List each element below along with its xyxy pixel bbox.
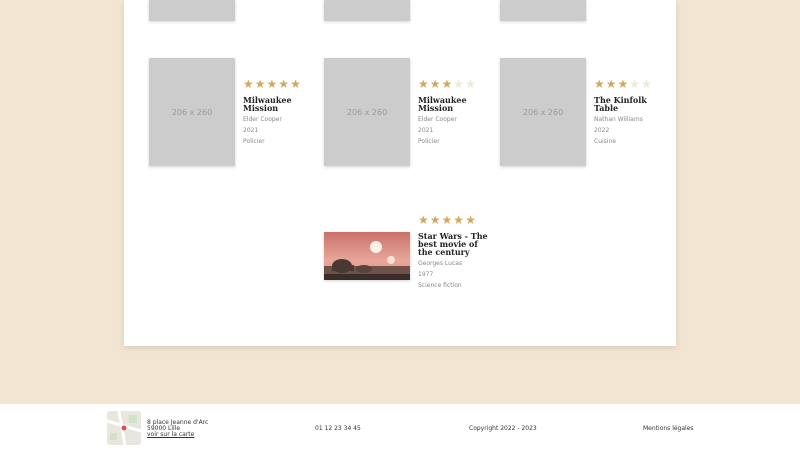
book-title[interactable]: The Kinfolk Table <box>594 96 664 112</box>
book-card-info: ★ ★ ★ ★ ★ Star Wars - The best movie of the … <box>418 214 488 289</box>
book-year: 2021 <box>418 127 434 134</box>
rating-stars: ★ ★ ★ ★ ★ <box>594 78 664 90</box>
map-link[interactable]: voir sur la carte <box>147 432 208 438</box>
book-cover-placeholder[interactable]: 206 x 260 <box>324 58 410 166</box>
book-year: 2021 <box>243 127 259 134</box>
star-filled-icon: ★ <box>441 77 453 91</box>
book-title[interactable]: Milwaukee Mission <box>243 96 313 112</box>
rating-stars: ★ ★ ★ ★ ★ <box>418 78 488 90</box>
book-genre: Science fiction <box>418 282 462 289</box>
star-filled-icon: ★ <box>429 213 441 227</box>
book-list-panel: 206 x 260 ★ ★ ★ ★ ★ Milwaukee Mission Elder … <box>124 0 676 346</box>
book-year: 2022 <box>594 127 610 134</box>
map-icon <box>107 411 141 445</box>
star-filled-icon: ★ <box>441 213 453 227</box>
desert-sunset-image <box>324 232 410 280</box>
star-empty-icon: ★ <box>465 77 476 91</box>
book-genre: Policier <box>418 138 440 145</box>
star-filled-icon: ★ <box>465 213 476 227</box>
star-empty-icon: ★ <box>453 77 465 91</box>
star-empty-icon: ★ <box>641 77 652 91</box>
star-filled-icon: ★ <box>594 77 605 91</box>
star-filled-icon: ★ <box>605 77 617 91</box>
rating-stars: ★ ★ ★ ★ ★ <box>243 78 313 90</box>
book-card-info: ★ ★ ★ ★ ★ Milwaukee Mission Elder Cooper 202… <box>418 78 488 145</box>
footer-address: 8 place Jeanne d'Arc 59000 Lille voir su… <box>147 420 208 438</box>
book-cover-image[interactable] <box>324 232 410 280</box>
book-cover-placeholder[interactable]: 206 x 260 <box>149 58 235 166</box>
legal-notice-link[interactable]: Mentions légales <box>643 425 694 432</box>
book-genre: Cuisine <box>594 138 616 145</box>
book-author: Elder Cooper <box>418 116 457 123</box>
book-genre: Policier <box>243 138 265 145</box>
star-filled-icon: ★ <box>429 77 441 91</box>
star-filled-icon: ★ <box>254 77 266 91</box>
book-cover-placeholder[interactable] <box>149 0 235 21</box>
star-filled-icon: ★ <box>617 77 629 91</box>
book-author: Georges Lucas <box>418 260 463 267</box>
book-title[interactable]: Star Wars - The best movie of the centur… <box>418 232 488 256</box>
book-author: Elder Cooper <box>243 116 282 123</box>
rating-stars: ★ ★ ★ ★ ★ <box>418 214 488 226</box>
book-title[interactable]: Milwaukee Mission <box>418 96 488 112</box>
book-cover-placeholder[interactable]: 206 x 260 <box>500 58 586 166</box>
footer-phone[interactable]: 01 12 23 34 45 <box>315 425 361 432</box>
star-filled-icon: ★ <box>243 77 254 91</box>
star-filled-icon: ★ <box>278 77 290 91</box>
star-filled-icon: ★ <box>266 77 278 91</box>
book-card-info: ★ ★ ★ ★ ★ The Kinfolk Table Nathan Williams … <box>594 78 664 145</box>
book-author: Nathan Williams <box>594 116 643 123</box>
book-year: 1977 <box>418 271 434 278</box>
map-thumbnail[interactable] <box>107 411 141 445</box>
star-filled-icon: ★ <box>290 77 301 91</box>
page-footer: 8 place Jeanne d'Arc 59000 Lille voir su… <box>0 404 800 452</box>
star-empty-icon: ★ <box>629 77 641 91</box>
footer-copyright: Copyright 2022 - 2023 <box>469 425 537 432</box>
book-cover-placeholder[interactable] <box>324 0 410 21</box>
star-filled-icon: ★ <box>418 213 429 227</box>
star-filled-icon: ★ <box>418 77 429 91</box>
book-card-info: ★ ★ ★ ★ ★ Milwaukee Mission Elder Cooper 202… <box>243 78 313 145</box>
star-filled-icon: ★ <box>453 213 465 227</box>
book-cover-placeholder[interactable] <box>500 0 586 21</box>
